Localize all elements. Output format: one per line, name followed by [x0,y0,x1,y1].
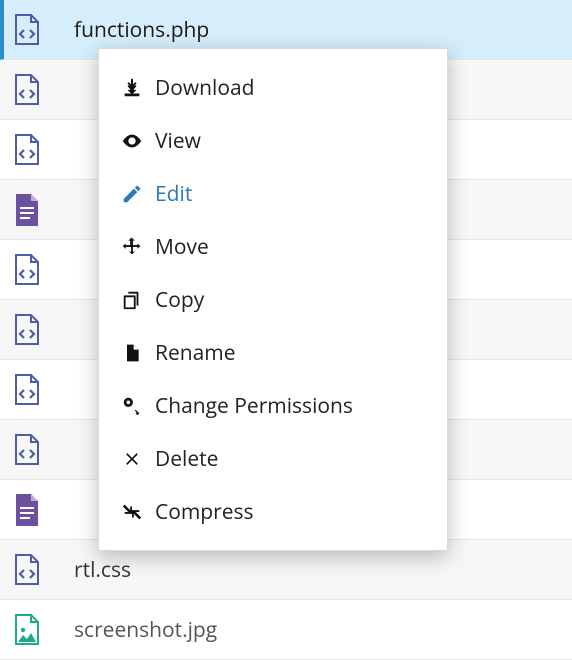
code-file-icon [12,72,42,108]
menu-item-label: Move [155,233,209,261]
menu-item-copy[interactable]: Copy [99,273,447,326]
menu-item-rename[interactable]: Rename [99,326,447,379]
menu-item-delete[interactable]: Delete [99,432,447,485]
code-file-icon [12,552,42,588]
move-icon [119,234,145,260]
menu-item-move[interactable]: Move [99,220,447,273]
image-file-icon [12,612,42,648]
file-row[interactable]: screenshot.jpg [0,600,572,660]
menu-item-label: Rename [155,339,236,367]
menu-item-label: Delete [155,445,218,473]
code-file-icon [12,372,42,408]
file-name: screenshot.jpg [74,616,217,644]
context-menu: Download View Edit Move Copy Rename Ch [98,48,448,551]
menu-item-label: Download [155,74,254,102]
code-file-icon [12,312,42,348]
download-icon [119,75,145,101]
copy-icon [119,287,145,313]
eye-icon [119,128,145,154]
menu-item-download[interactable]: Download [99,61,447,114]
code-file-icon [12,12,42,48]
menu-item-label: Copy [155,286,204,314]
menu-item-edit[interactable]: Edit [99,167,447,220]
doc-file-icon [12,192,42,228]
menu-item-label: Change Permissions [155,392,353,420]
file-name: functions.php [74,16,209,44]
menu-item-label: Edit [155,180,192,208]
close-icon [119,446,145,472]
doc-file-icon [12,492,42,528]
key-icon [119,393,145,419]
menu-item-compress[interactable]: Compress [99,485,447,538]
menu-item-permissions[interactable]: Change Permissions [99,379,447,432]
file-icon [119,340,145,366]
menu-item-label: Compress [155,498,254,526]
menu-item-label: View [155,127,201,155]
compress-icon [119,499,145,525]
menu-item-view[interactable]: View [99,114,447,167]
code-file-icon [12,432,42,468]
code-file-icon [12,132,42,168]
pencil-icon [119,181,145,207]
file-name: rtl.css [74,556,131,584]
code-file-icon [12,252,42,288]
